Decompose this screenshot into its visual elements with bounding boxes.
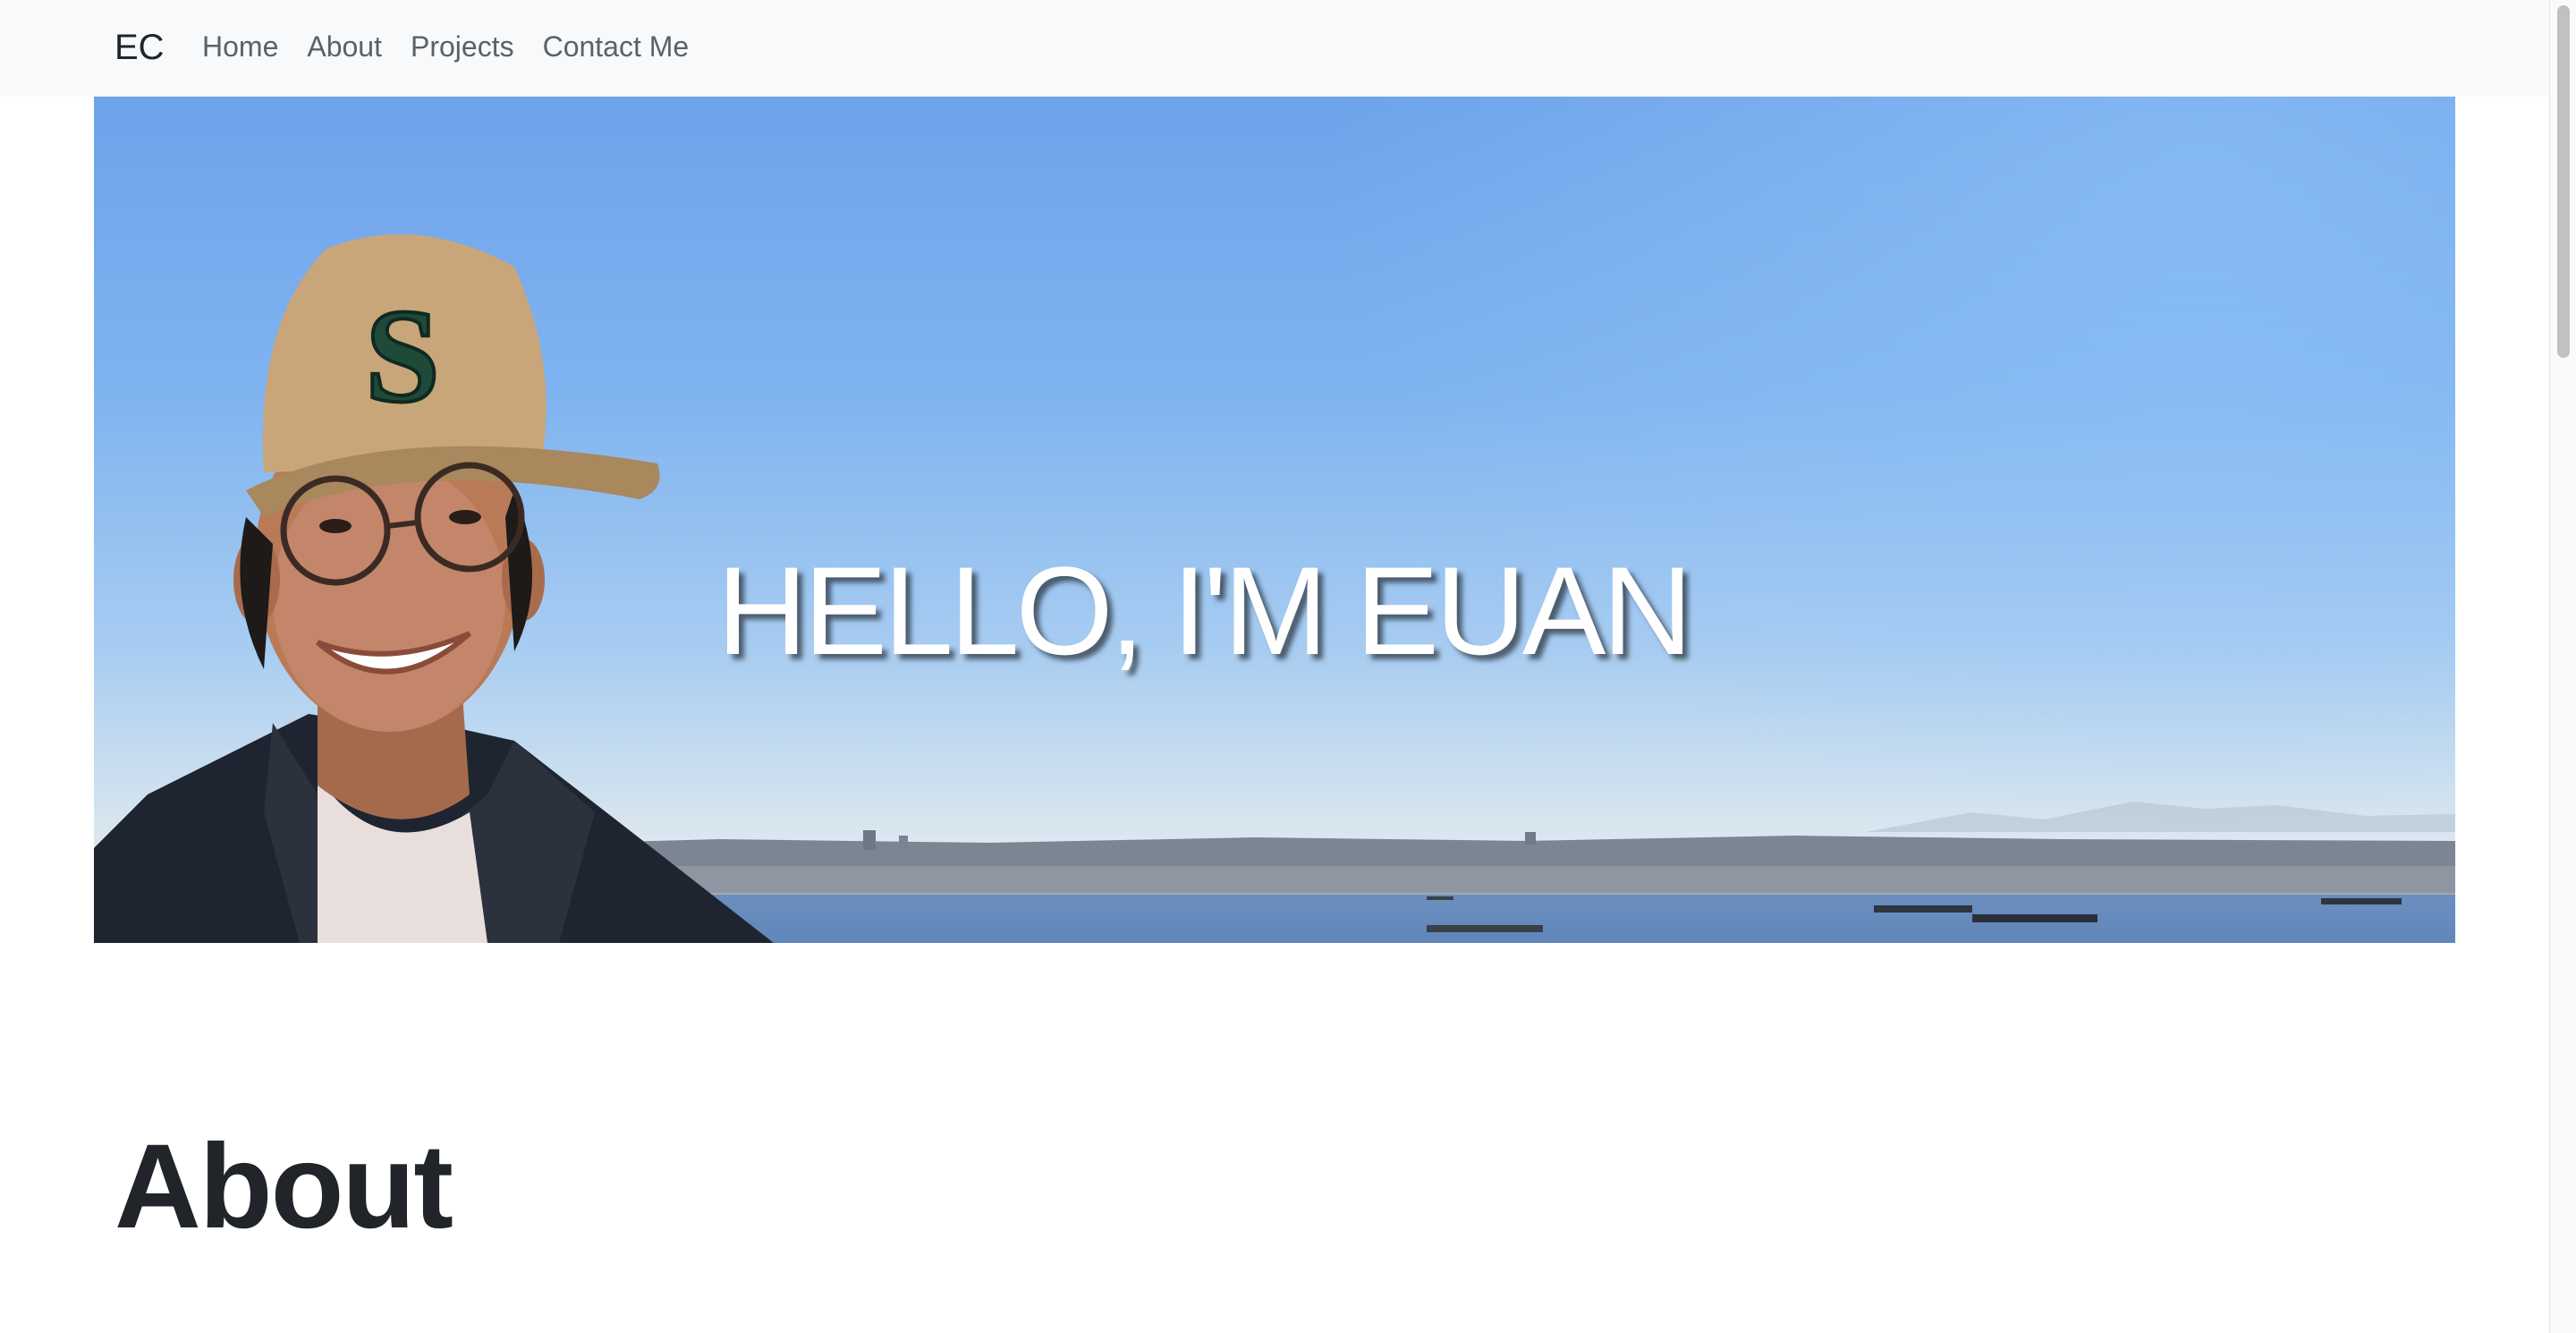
distant-mountains bbox=[1865, 802, 2455, 832]
about-heading: About bbox=[114, 1120, 453, 1253]
nav-link-home[interactable]: Home bbox=[188, 27, 292, 66]
svg-text:S: S bbox=[365, 282, 439, 430]
navbar: EC Home About Projects Contact Me bbox=[0, 0, 2549, 97]
page: EC Home About Projects Contact Me S HELL… bbox=[0, 0, 2576, 1333]
scrollbar-thumb[interactable] bbox=[2557, 5, 2570, 358]
portrait-photo: S bbox=[94, 234, 774, 943]
hero-banner: S HELLO, I'M EUAN bbox=[94, 97, 2455, 943]
hero-title: HELLO, I'M EUAN bbox=[716, 540, 1692, 681]
nav-link-projects[interactable]: Projects bbox=[396, 27, 529, 66]
navbar-brand[interactable]: EC bbox=[114, 25, 165, 70]
nav-link-about[interactable]: About bbox=[292, 27, 396, 66]
nav-links: Home About Projects Contact Me bbox=[188, 27, 703, 66]
vertical-scrollbar[interactable] bbox=[2549, 0, 2576, 1333]
nav-link-contact[interactable]: Contact Me bbox=[529, 27, 704, 66]
